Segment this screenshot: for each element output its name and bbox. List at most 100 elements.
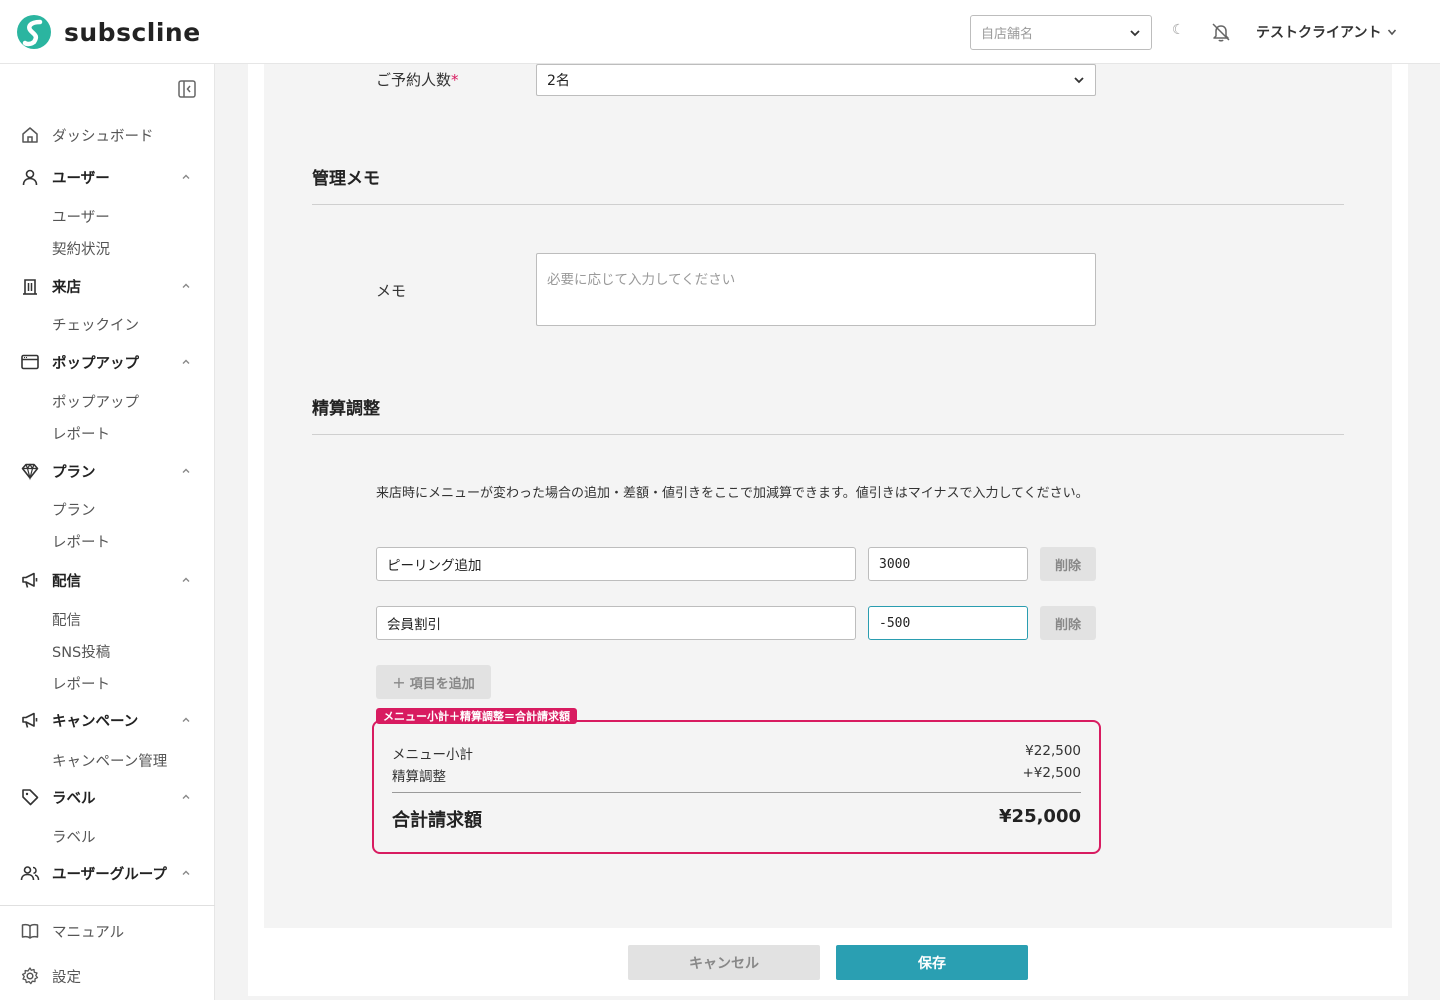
required-mark: * bbox=[451, 71, 459, 89]
sidebar-item-sns-post[interactable]: SNS投稿 bbox=[52, 641, 110, 662]
summary-formula-tag: メニュー小計＋精算調整＝合計請求額 bbox=[376, 708, 577, 724]
total-label: 合計請求額 bbox=[392, 810, 482, 831]
add-item-button[interactable]: + 項目を追加 bbox=[376, 665, 491, 699]
adjust-item-amount-input[interactable]: -500 bbox=[868, 606, 1028, 640]
total-value: ¥25,000 bbox=[999, 806, 1081, 827]
add-item-label: 項目を追加 bbox=[409, 676, 475, 692]
party-size-select[interactable]: 2名 bbox=[536, 64, 1096, 96]
sidebar: ダッシュボード ユーザー ユーザー 契約状況 来店 チェックイン ポップアップ … bbox=[0, 64, 215, 1000]
gear-icon bbox=[21, 967, 39, 985]
bell-off-icon[interactable] bbox=[1210, 21, 1232, 43]
sidebar-group-label: 配信 bbox=[52, 574, 81, 590]
sidebar-item-campaign-manage[interactable]: キャンペーン管理 bbox=[52, 750, 167, 771]
sidebar-item-label: ダッシュボード bbox=[52, 129, 154, 145]
sidebar-item-plan-report[interactable]: レポート bbox=[52, 531, 110, 552]
sidebar-group-plan[interactable]: プラン bbox=[0, 456, 215, 486]
moon-icon[interactable]: ☾ bbox=[1172, 22, 1185, 38]
chevron-down-icon bbox=[1130, 29, 1140, 36]
megaphone-icon bbox=[22, 712, 38, 728]
adjust-section-title: 精算調整 bbox=[312, 399, 380, 419]
section-divider bbox=[312, 204, 1344, 205]
summary-subtotal-row: メニュー小計 ¥22,500 bbox=[392, 743, 1081, 763]
adjust-help-text: 来店時にメニューが変わった場合の追加・差額・値引きをここで加減算できます。値引き… bbox=[376, 486, 1089, 501]
section-divider bbox=[312, 434, 1344, 435]
sidebar-group-label: ラベル bbox=[52, 791, 96, 807]
memo-section-title: 管理メモ bbox=[312, 169, 380, 189]
chevron-up-icon bbox=[182, 174, 190, 179]
building-icon bbox=[23, 279, 37, 295]
summary-adjust-row: 精算調整 +¥2,500 bbox=[392, 765, 1081, 785]
adjust-item-name-input[interactable]: ピーリング追加 bbox=[376, 547, 856, 581]
store-select-placeholder: 自店舗名 bbox=[981, 27, 1034, 42]
sidebar-group-label: ユーザーグループ bbox=[52, 867, 167, 883]
cancel-button[interactable]: キャンセル bbox=[628, 945, 820, 980]
sidebar-item-label[interactable]: ラベル bbox=[52, 826, 96, 847]
sidebar-item-plan[interactable]: プラン bbox=[52, 499, 96, 520]
logo-mark-icon bbox=[17, 15, 51, 49]
sidebar-group-label: ポップアップ bbox=[52, 356, 139, 372]
sidebar-item-label: マニュアル bbox=[52, 925, 125, 941]
sidebar-item-users[interactable]: ユーザー bbox=[52, 206, 110, 227]
chevron-up-icon bbox=[182, 359, 190, 364]
chevron-up-icon bbox=[182, 717, 190, 722]
chevron-up-icon bbox=[182, 794, 190, 799]
chevron-up-icon bbox=[182, 468, 190, 473]
adjust-item-amount-input[interactable]: 3000 bbox=[868, 547, 1028, 581]
client-name: テストクライアント bbox=[1256, 25, 1382, 41]
sidebar-group-delivery[interactable]: 配信 bbox=[0, 565, 215, 595]
memo-label: メモ bbox=[376, 282, 407, 300]
delete-button[interactable]: 削除 bbox=[1040, 547, 1096, 581]
chevron-down-icon bbox=[1388, 29, 1397, 36]
sidebar-item-dashboard[interactable]: ダッシュボード bbox=[0, 120, 215, 150]
sidebar-group-visits[interactable]: 来店 bbox=[0, 271, 215, 301]
sidebar-item-delivery[interactable]: 配信 bbox=[52, 609, 81, 630]
sidebar-group-popup[interactable]: ポップアップ bbox=[0, 347, 215, 377]
plus-icon: + bbox=[392, 672, 406, 692]
chevron-up-icon bbox=[182, 283, 190, 288]
sidebar-group-user-groups[interactable]: ユーザーグループ bbox=[0, 858, 215, 888]
app-name: subscline bbox=[64, 17, 201, 47]
sidebar-group-label[interactable]: ラベル bbox=[0, 782, 215, 812]
memo-textarea[interactable]: 必要に応じて入力してください bbox=[536, 253, 1096, 326]
save-button[interactable]: 保存 bbox=[836, 945, 1028, 980]
user-icon bbox=[22, 169, 38, 186]
sidebar-group-label: プラン bbox=[52, 465, 96, 481]
sidebar-group-campaign[interactable]: キャンペーン bbox=[0, 705, 215, 735]
sidebar-item-manual[interactable]: マニュアル bbox=[0, 916, 215, 946]
store-select[interactable]: 自店舗名 bbox=[970, 15, 1152, 50]
home-icon bbox=[22, 127, 38, 143]
sidebar-group-users[interactable]: ユーザー bbox=[0, 162, 215, 192]
chevron-up-icon bbox=[182, 577, 190, 582]
summary-total-row: 合計請求額 ¥25,000 bbox=[392, 806, 1081, 832]
tag-icon bbox=[22, 789, 39, 806]
app-logo[interactable]: subscline bbox=[16, 14, 201, 50]
party-size-label: ご予約人数* bbox=[376, 69, 459, 90]
adjust-item-name-input[interactable]: 会員割引 bbox=[376, 606, 856, 640]
sidebar-item-checkin[interactable]: チェックイン bbox=[52, 314, 139, 335]
diamond-icon bbox=[21, 463, 39, 481]
chevron-up-icon bbox=[182, 870, 190, 875]
sidebar-group-label: キャンペーン bbox=[52, 714, 139, 730]
sidebar-group-label: 来店 bbox=[52, 280, 81, 296]
sidebar-group-label: ユーザー bbox=[52, 171, 110, 187]
sidebar-item-contracts[interactable]: 契約状況 bbox=[52, 238, 110, 259]
sidebar-item-popup[interactable]: ポップアップ bbox=[52, 391, 139, 412]
sidebar-divider bbox=[0, 905, 215, 906]
sidebar-item-settings[interactable]: 設定 bbox=[0, 961, 215, 991]
subtotal-label: メニュー小計 bbox=[392, 747, 473, 763]
book-icon bbox=[21, 923, 39, 939]
megaphone-icon bbox=[22, 572, 38, 588]
sidebar-collapse-icon[interactable] bbox=[177, 79, 197, 99]
users-icon bbox=[20, 866, 40, 881]
party-size-label-text: ご予約人数 bbox=[376, 71, 452, 89]
billing-summary: メニュー小計 ¥22,500 精算調整 +¥2,500 合計請求額 ¥25,00… bbox=[372, 720, 1101, 854]
adjust-value: +¥2,500 bbox=[1022, 765, 1081, 781]
client-menu[interactable]: テストクライアント bbox=[1256, 22, 1397, 42]
sidebar-item-delivery-report[interactable]: レポート bbox=[52, 673, 110, 694]
delete-button[interactable]: 削除 bbox=[1040, 606, 1096, 640]
party-size-value: 2名 bbox=[547, 73, 570, 89]
sidebar-item-popup-report[interactable]: レポート bbox=[52, 423, 110, 444]
sidebar-item-label: 設定 bbox=[52, 970, 81, 986]
adjust-label: 精算調整 bbox=[392, 769, 446, 785]
chevron-down-icon bbox=[1074, 77, 1084, 84]
